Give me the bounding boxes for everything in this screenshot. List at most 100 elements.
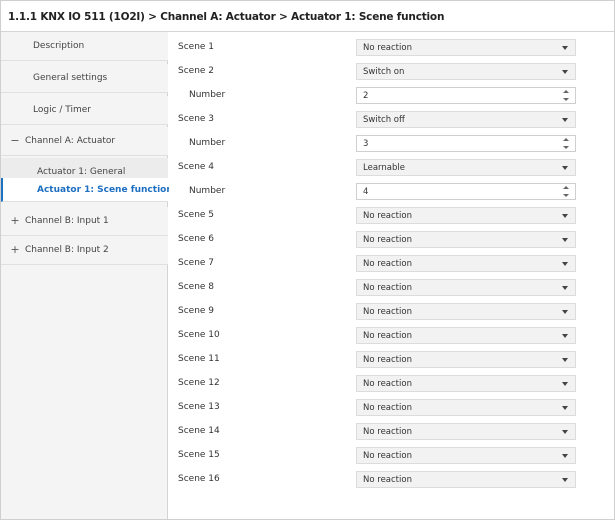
scene-12-select[interactable]: No reaction (356, 375, 576, 392)
scene-3-select[interactable]: Switch off (356, 111, 576, 128)
sidebar-item-channel-b-input-1[interactable]: + Channel B: Input 1 (1, 207, 168, 236)
select-value: No reaction (363, 403, 412, 413)
scene-2-select[interactable]: Switch on (356, 63, 576, 80)
scene-9-select[interactable]: No reaction (356, 303, 576, 320)
sidebar-item-actuator-1-scene-function[interactable]: Actuator 1: Scene function (1, 178, 173, 202)
param-row-scene-1: Scene 1 No reaction (169, 36, 614, 60)
param-label: Scene 14 (178, 426, 220, 436)
sidebar-item-channel-b-input-2[interactable]: + Channel B: Input 2 (1, 236, 168, 265)
select-value: No reaction (363, 43, 412, 53)
scene-2-number-input[interactable]: 2 (356, 87, 576, 104)
param-row-scene-7: Scene 7 No reaction (169, 252, 614, 276)
select-value: Learnable (363, 163, 405, 173)
sidebar-item-label: General settings (33, 73, 108, 83)
expand-icon[interactable]: + (10, 214, 20, 227)
number-value: 4 (363, 187, 369, 197)
sidebar-item-general-settings[interactable]: General settings (1, 64, 168, 93)
sidebar-item-label: Description (33, 41, 85, 51)
sidebar-item-logic-timer[interactable]: Logic / Timer (1, 96, 168, 125)
select-value: No reaction (363, 307, 412, 317)
sidebar-item-description[interactable]: Description (1, 32, 168, 61)
app-window: 1.1.1 KNX IO 511 (1O2I) > Channel A: Act… (0, 0, 615, 520)
param-label: Scene 3 (178, 114, 215, 124)
param-label: Number (189, 138, 226, 148)
sidebar-item-label: Actuator 1: Scene function (37, 185, 173, 195)
select-value: No reaction (363, 427, 412, 437)
scene-15-select[interactable]: No reaction (356, 447, 576, 464)
sidebar: Description General settings Logic / Tim… (1, 32, 173, 519)
param-row-scene-3-number: Number 3 (169, 132, 614, 156)
param-row-scene-4-number: Number 4 (169, 180, 614, 204)
param-label: Scene 11 (178, 354, 220, 364)
select-value: No reaction (363, 355, 412, 365)
chevron-down-icon (562, 382, 568, 386)
param-label: Number (189, 90, 226, 100)
sidebar-item-channel-a[interactable]: − Channel A: Actuator (1, 127, 168, 156)
select-value: Switch off (363, 115, 405, 125)
scene-3-number-input[interactable]: 3 (356, 135, 576, 152)
spinner-icon[interactable] (563, 90, 570, 101)
select-value: No reaction (363, 235, 412, 245)
scene-13-select[interactable]: No reaction (356, 399, 576, 416)
chevron-down-icon (562, 358, 568, 362)
scene-4-number-input[interactable]: 4 (356, 183, 576, 200)
scene-7-select[interactable]: No reaction (356, 255, 576, 272)
chevron-down-icon (562, 334, 568, 338)
param-row-scene-12: Scene 12 No reaction (169, 372, 614, 396)
param-label: Scene 5 (178, 210, 215, 220)
select-value: No reaction (363, 259, 412, 269)
breadcrumb: 1.1.1 KNX IO 511 (1O2I) > Channel A: Act… (8, 11, 445, 23)
param-row-scene-3: Scene 3 Switch off (169, 108, 614, 132)
scene-4-select[interactable]: Learnable (356, 159, 576, 176)
scene-1-select[interactable]: No reaction (356, 39, 576, 56)
chevron-down-icon (562, 166, 568, 170)
param-label: Scene 10 (178, 330, 220, 340)
param-label: Scene 6 (178, 234, 215, 244)
param-label: Scene 1 (178, 42, 215, 52)
param-row-scene-10: Scene 10 No reaction (169, 324, 614, 348)
expand-icon[interactable]: + (10, 243, 20, 256)
sidebar-item-label: Logic / Timer (33, 105, 92, 115)
scene-5-select[interactable]: No reaction (356, 207, 576, 224)
param-row-scene-14: Scene 14 No reaction (169, 420, 614, 444)
param-row-scene-5: Scene 5 No reaction (169, 204, 614, 228)
param-label: Scene 12 (178, 378, 220, 388)
param-label: Scene 15 (178, 450, 220, 460)
scene-11-select[interactable]: No reaction (356, 351, 576, 368)
chevron-down-icon (562, 238, 568, 242)
select-value: Switch on (363, 67, 405, 77)
param-row-scene-11: Scene 11 No reaction (169, 348, 614, 372)
breadcrumb-header: 1.1.1 KNX IO 511 (1O2I) > Channel A: Act… (1, 1, 614, 32)
chevron-down-icon (562, 454, 568, 458)
chevron-down-icon (562, 478, 568, 482)
select-value: No reaction (363, 379, 412, 389)
spinner-icon[interactable] (563, 186, 570, 197)
select-value: No reaction (363, 283, 412, 293)
select-value: No reaction (363, 475, 412, 485)
chevron-down-icon (562, 118, 568, 122)
chevron-down-icon (562, 406, 568, 410)
param-row-scene-8: Scene 8 No reaction (169, 276, 614, 300)
param-label: Scene 7 (178, 258, 215, 268)
scene-14-select[interactable]: No reaction (356, 423, 576, 440)
select-value: No reaction (363, 331, 412, 341)
scene-16-select[interactable]: No reaction (356, 471, 576, 488)
scene-10-select[interactable]: No reaction (356, 327, 576, 344)
scene-6-select[interactable]: No reaction (356, 231, 576, 248)
spinner-icon[interactable] (563, 138, 570, 149)
chevron-down-icon (562, 310, 568, 314)
param-label: Scene 8 (178, 282, 215, 292)
chevron-down-icon (562, 214, 568, 218)
parameter-panel: Scene 1 No reaction Scene 2 Switch on Nu… (169, 32, 614, 519)
number-value: 3 (363, 139, 369, 149)
param-label: Scene 9 (178, 306, 215, 316)
scene-8-select[interactable]: No reaction (356, 279, 576, 296)
param-row-scene-6: Scene 6 No reaction (169, 228, 614, 252)
sidebar-item-label: Channel A: Actuator (25, 136, 116, 146)
param-row-scene-2: Scene 2 Switch on (169, 60, 614, 84)
param-row-scene-4: Scene 4 Learnable (169, 156, 614, 180)
param-label: Scene 16 (178, 474, 220, 484)
param-row-scene-13: Scene 13 No reaction (169, 396, 614, 420)
collapse-icon[interactable]: − (10, 134, 20, 147)
select-value: No reaction (363, 451, 412, 461)
